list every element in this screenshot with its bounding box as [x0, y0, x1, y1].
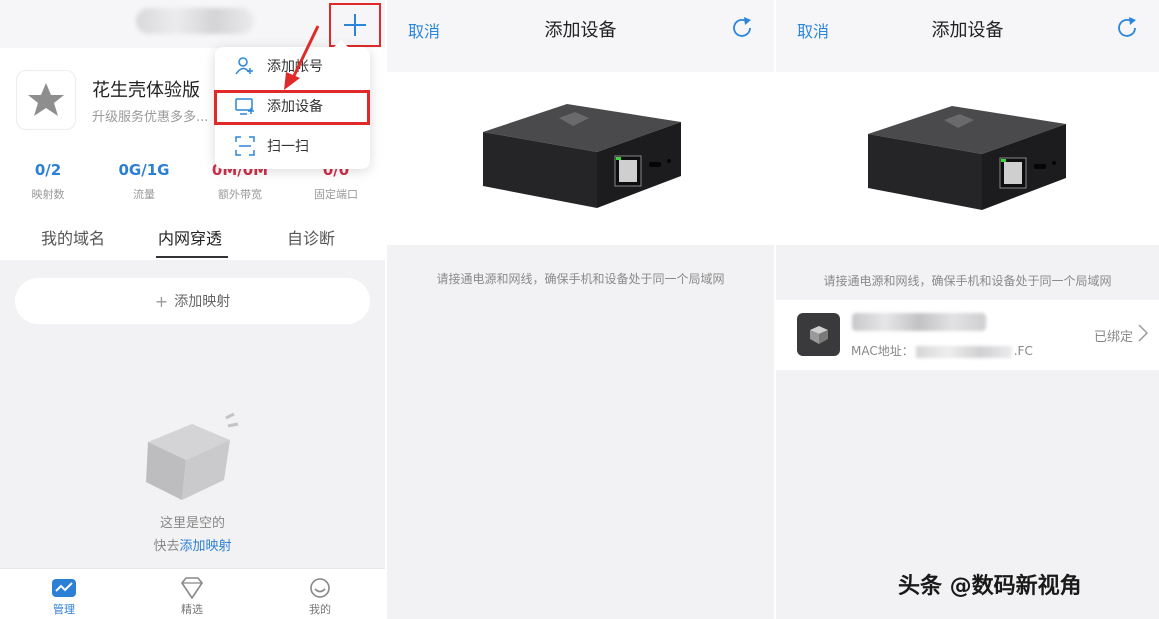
highlight-box: [214, 90, 370, 125]
stat-value: 0/2: [34, 161, 62, 179]
nav-label: 管理: [53, 603, 75, 616]
page-title: 添加设备: [544, 20, 617, 41]
nav-featured[interactable]: 精选: [152, 577, 232, 617]
add-device-screen: 取消 添加设备 请接通电源和网线，确保手机和设备处于同一个局域网: [387, 0, 774, 619]
device-mac: MAC地址： .FC: [851, 342, 1033, 359]
refresh-icon[interactable]: [730, 16, 754, 40]
stat-mappings: 0/2 映射数: [0, 160, 96, 202]
bound-status: 已绑定: [1093, 330, 1133, 345]
tab-bar: 我的域名 内网穿透 自诊断: [0, 214, 385, 260]
empty-state-action: 快去添加映射: [0, 535, 385, 554]
blurred-device-sn: [852, 313, 986, 331]
menu-item-scan[interactable]: 扫一扫: [215, 127, 370, 165]
tab-self-diagnosis[interactable]: 自诊断: [287, 225, 335, 249]
tab-intranet-penetration[interactable]: 内网穿透: [158, 225, 222, 249]
active-tab-indicator: [156, 256, 228, 258]
nav-header: 取消 添加设备: [776, 0, 1159, 72]
screenshot-collage: 花生壳体验版 升级服务优惠多多... 0/2 映射数 0G/1G 流量 0M/0…: [0, 0, 1159, 619]
product-subtitle[interactable]: 升级服务优惠多多...: [92, 106, 208, 125]
nav-header: 取消 添加设备: [387, 0, 774, 72]
stat-label: 映射数: [31, 188, 65, 201]
star-icon: [28, 83, 64, 116]
stat-label: 固定端口: [314, 188, 358, 201]
product-logo[interactable]: [16, 70, 76, 130]
product-name[interactable]: 花生壳体验版: [92, 76, 200, 102]
device-image-area: [387, 72, 774, 245]
cube-icon: [809, 325, 828, 344]
empty-state-text: 这里是空的: [159, 516, 225, 531]
refresh-icon[interactable]: [1115, 16, 1139, 40]
router-device-image: [868, 106, 1066, 210]
nav-manage[interactable]: 管理: [24, 577, 104, 617]
page-title: 添加设备: [931, 20, 1004, 41]
watermark: 头条 @数码新视角: [898, 574, 1082, 599]
nav-label: 我的: [309, 603, 331, 616]
router-device-image: [483, 104, 681, 208]
add-mapping-button[interactable]: + 添加映射: [15, 278, 370, 324]
add-user-icon: [235, 57, 253, 75]
empty-box-icon: [146, 412, 239, 500]
empty-state-prefix: 快去: [153, 539, 180, 554]
plus-icon: +: [154, 291, 169, 311]
manage-icon: [52, 579, 76, 597]
connection-hint: 请接通电源和网线，确保手机和设备处于同一个局域网: [436, 272, 725, 286]
plus-icon: [344, 14, 366, 36]
stat-label: 流量: [133, 188, 155, 201]
connection-hint: 请接通电源和网线，确保手机和设备处于同一个局域网: [823, 274, 1112, 288]
device-list-item[interactable]: MAC地址： .FC 已绑定: [776, 300, 1159, 370]
device-thumbnail: [797, 313, 840, 356]
mac-suffix: .FC: [1013, 344, 1033, 358]
blurred-mac-address: [915, 345, 1012, 358]
add-device-found-screen: 取消 添加设备 请接通电源和网线，确保手机和设备处于同一个局域网 MAC地址： …: [776, 0, 1159, 619]
manage-screen: 花生壳体验版 升级服务优惠多多... 0/2 映射数 0G/1G 流量 0M/0…: [0, 0, 385, 619]
tab-my-domains[interactable]: 我的域名: [41, 225, 105, 249]
diamond-icon: [181, 577, 203, 599]
device-image-area: [776, 72, 1159, 245]
profile-icon: [310, 578, 330, 598]
blurred-account-title: [136, 8, 254, 34]
mac-label: MAC地址：: [851, 344, 914, 358]
menu-item-label: 扫一扫: [267, 139, 309, 155]
stat-label: 额外带宽: [218, 188, 262, 201]
nav-label: 精选: [181, 603, 203, 616]
bottom-nav: 管理 精选 我的: [0, 568, 385, 619]
add-mapping-link[interactable]: 添加映射: [180, 539, 232, 554]
stat-traffic: 0G/1G 流量: [96, 160, 192, 202]
red-arrow-annotation: [284, 25, 320, 90]
chevron-right-icon: [1138, 324, 1148, 342]
scan-icon: [235, 136, 255, 156]
stat-value: 0G/1G: [118, 161, 170, 179]
add-mapping-label: 添加映射: [174, 294, 231, 310]
nav-mine[interactable]: 我的: [280, 577, 360, 617]
